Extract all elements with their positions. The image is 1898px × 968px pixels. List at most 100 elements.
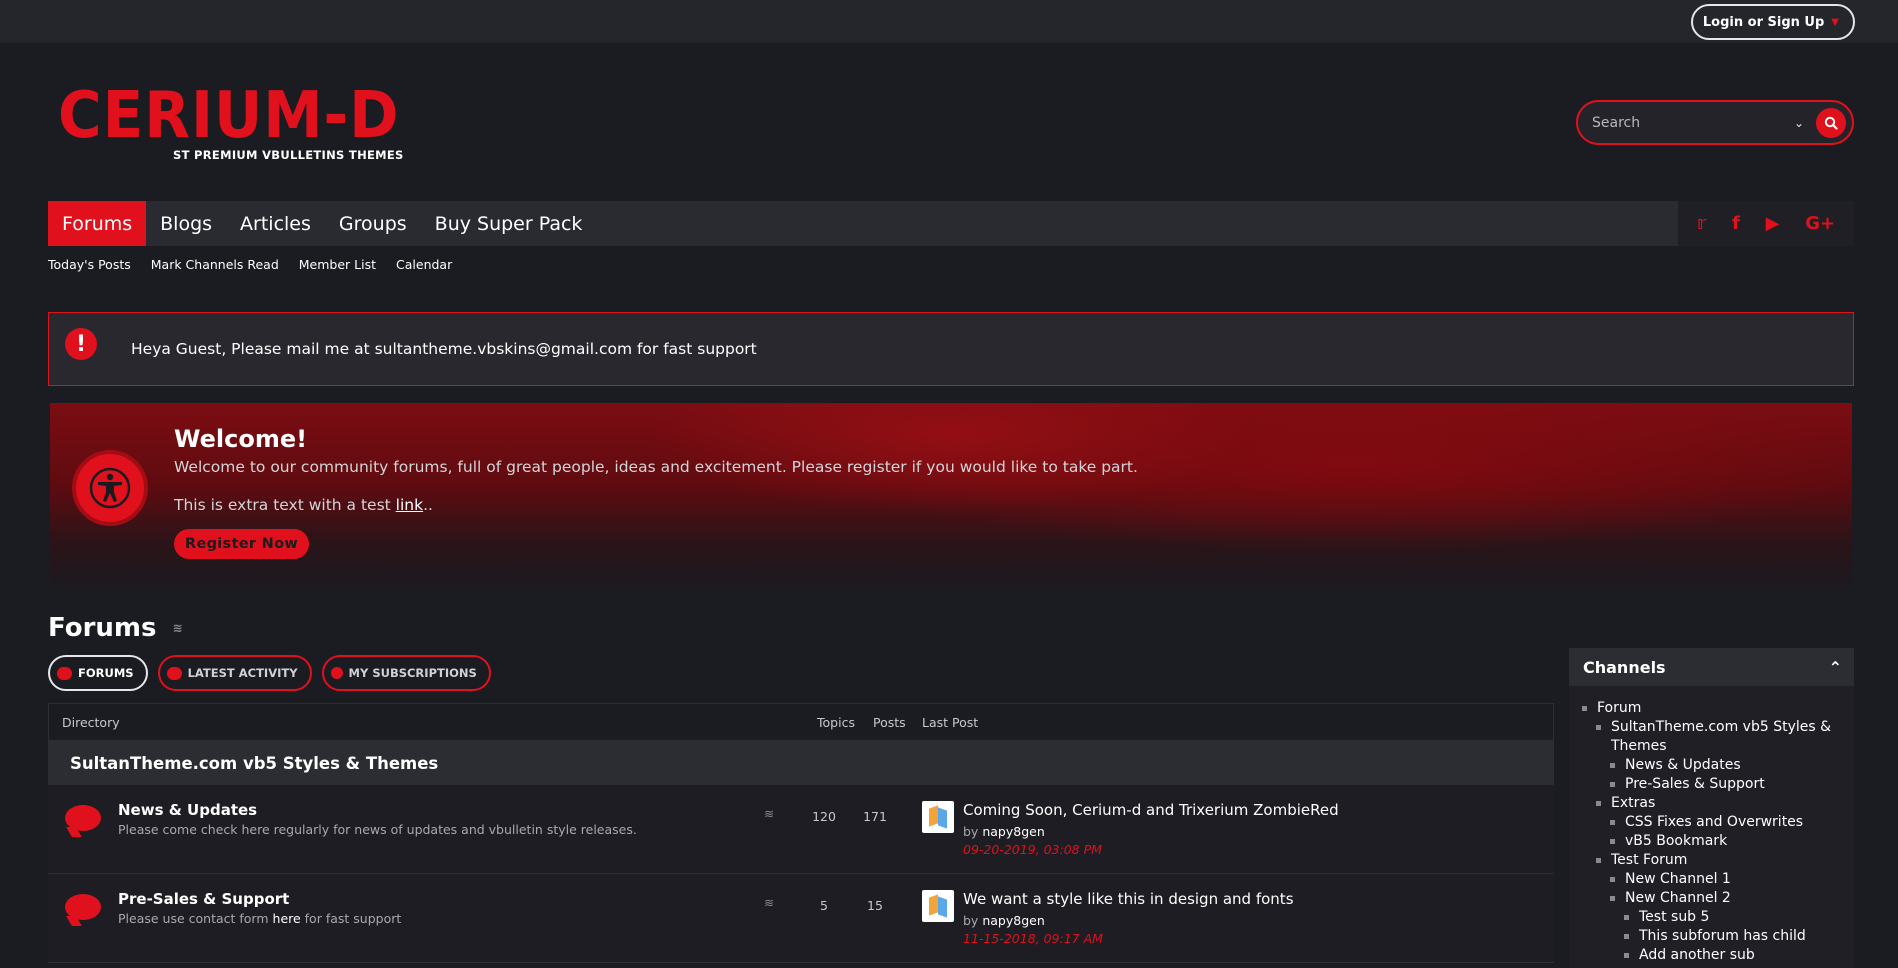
- welcome-title: Welcome!: [174, 425, 308, 453]
- tab-forums-label: FORUMS: [78, 666, 134, 680]
- forum-description: Please use contact form here for fast su…: [118, 911, 401, 926]
- search-box: Search ⌄: [1576, 100, 1854, 145]
- search-input[interactable]: Search: [1592, 115, 1794, 131]
- google-plus-icon[interactable]: G+: [1805, 213, 1835, 234]
- youtube-icon[interactable]: ▶: [1766, 213, 1780, 234]
- description-text: Please use contact form: [118, 911, 273, 926]
- channel-item[interactable]: New Channel 1: [1569, 870, 1854, 889]
- channel-item[interactable]: Test Forum: [1569, 851, 1834, 870]
- column-directory: Directory: [62, 714, 120, 730]
- channel-item[interactable]: CSS Fixes and Overwrites: [1569, 813, 1854, 832]
- channel-item[interactable]: News & Updates: [1569, 756, 1854, 775]
- notice-banner: ! Heya Guest, Please mail me at sultanth…: [48, 312, 1854, 386]
- tab-buy-super-pack[interactable]: Buy Super Pack: [421, 201, 597, 246]
- last-post-title-link[interactable]: We want a style like this in design and …: [963, 890, 1294, 908]
- forum-title-link[interactable]: Pre-Sales & Support: [118, 890, 289, 908]
- table-row: Pre-Sales & Support Please use contact f…: [48, 874, 1554, 963]
- welcome-extra-text: This is extra text with a test link..: [174, 496, 433, 514]
- avatar[interactable]: [922, 801, 954, 833]
- welcome-banner: Welcome! Welcome to our community forums…: [50, 403, 1852, 589]
- by-label: by: [963, 824, 979, 839]
- forum-chat-icon: [65, 894, 101, 920]
- tab-blogs[interactable]: Blogs: [146, 201, 226, 246]
- top-bar: Login or Sign Up ▼: [0, 0, 1898, 43]
- sub-nav: Today's Posts Mark Channels Read Member …: [48, 257, 452, 272]
- page-title: Forums ≋: [48, 613, 183, 643]
- channel-item[interactable]: SultanTheme.com vb5 Styles & Themes: [1569, 718, 1834, 756]
- subnav-calendar[interactable]: Calendar: [396, 257, 452, 272]
- search-icon: [1824, 116, 1838, 130]
- table-header: Directory Topics Posts Last Post: [48, 703, 1554, 741]
- chevron-up-icon[interactable]: ⌃: [1829, 658, 1842, 677]
- rss-icon[interactable]: ≋: [764, 807, 774, 821]
- extra-text-end: ..: [423, 496, 433, 514]
- main-nav: Forums Blogs Articles Groups Buy Super P…: [48, 201, 1854, 246]
- topics-count: 5: [820, 898, 828, 913]
- subnav-mark-channels-read[interactable]: Mark Channels Read: [151, 257, 279, 272]
- avatar[interactable]: [922, 890, 954, 922]
- forums-heading: Forums: [48, 613, 157, 643]
- tab-latest-activity-label: LATEST ACTIVITY: [187, 666, 298, 680]
- channels-widget: Channels ⌃ Forum SultanTheme.com vb5 Sty…: [1569, 648, 1854, 968]
- last-post-author: by napy8gen: [963, 913, 1045, 928]
- column-topics: Topics: [817, 714, 855, 730]
- contact-form-link[interactable]: here: [273, 911, 301, 926]
- column-posts: Posts: [873, 714, 906, 730]
- last-post-title-link[interactable]: Coming Soon, Cerium-d and Trixerium Zomb…: [963, 801, 1339, 819]
- search-button[interactable]: [1816, 107, 1846, 138]
- column-last-post: Last Post: [922, 714, 979, 730]
- last-post-author: by napy8gen: [963, 824, 1045, 839]
- author-link[interactable]: napy8gen: [982, 913, 1044, 928]
- search-options-chevron-icon[interactable]: ⌄: [1794, 116, 1804, 130]
- subnav-todays-posts[interactable]: Today's Posts: [48, 257, 131, 272]
- subscriptions-icon: [330, 667, 343, 679]
- facebook-icon[interactable]: f: [1732, 213, 1740, 234]
- tab-my-subscriptions[interactable]: MY SUBSCRIPTIONS: [321, 655, 491, 691]
- welcome-description: Welcome to our community forums, full of…: [174, 458, 1138, 476]
- forum-title-link[interactable]: News & Updates: [118, 801, 257, 819]
- login-signup-button[interactable]: Login or Sign Up ▼: [1690, 4, 1855, 40]
- last-post-date: 11-15-2018, 09:17 AM: [963, 931, 1103, 946]
- rss-icon[interactable]: ≋: [172, 621, 182, 635]
- channel-item[interactable]: Pre-Sales & Support: [1569, 775, 1854, 794]
- table-row: News & Updates Please come check here re…: [48, 785, 1554, 874]
- chevron-down-icon: ▼: [1831, 16, 1839, 28]
- forum-section-title[interactable]: SultanTheme.com vb5 Styles & Themes: [48, 741, 1554, 785]
- site-logo[interactable]: CERIUM-D ST PREMIUM VBULLETINS THEMES: [58, 84, 403, 164]
- channel-item[interactable]: New Channel 2: [1569, 889, 1854, 908]
- tab-groups[interactable]: Groups: [325, 201, 421, 246]
- tab-forums[interactable]: Forums: [48, 201, 147, 246]
- tab-my-subscriptions-label: MY SUBSCRIPTIONS: [348, 666, 477, 680]
- channel-list: Forum SultanTheme.com vb5 Styles & Theme…: [1569, 699, 1854, 965]
- channel-item[interactable]: vB5 Bookmark: [1569, 832, 1854, 851]
- subnav-member-list[interactable]: Member List: [299, 257, 376, 272]
- tab-articles[interactable]: Articles: [226, 201, 325, 246]
- channel-item[interactable]: Test sub 5: [1569, 908, 1854, 927]
- description-text-end: for fast support: [300, 911, 402, 926]
- author-link[interactable]: napy8gen: [982, 824, 1044, 839]
- channel-item[interactable]: This subforum has child: [1569, 927, 1854, 946]
- test-link[interactable]: link: [396, 496, 423, 514]
- forum-chat-icon: [65, 805, 101, 831]
- last-post-date: 09-20-2019, 03:08 PM: [963, 842, 1102, 857]
- rss-icon[interactable]: ≋: [764, 896, 774, 910]
- logo-tagline: ST PREMIUM VBULLETINS THEMES: [173, 148, 404, 162]
- register-now-button[interactable]: Register Now: [174, 529, 310, 559]
- chat-icon: [57, 666, 72, 680]
- twitter-icon[interactable]: 𝕣: [1697, 213, 1706, 234]
- posts-count: 15: [867, 898, 883, 913]
- tab-latest-activity[interactable]: LATEST ACTIVITY: [157, 655, 312, 691]
- channels-title: Channels: [1583, 657, 1666, 677]
- forum-description: Please come check here regularly for new…: [118, 822, 637, 837]
- login-label: Login or Sign Up: [1702, 14, 1825, 30]
- tab-forums-view[interactable]: FORUMS: [48, 655, 148, 691]
- person-icon: [89, 467, 131, 509]
- channels-header: Channels ⌃: [1569, 648, 1854, 686]
- channel-item[interactable]: Add another sub: [1569, 946, 1854, 965]
- topics-count: 120: [812, 809, 836, 824]
- by-label: by: [963, 913, 979, 928]
- channel-item[interactable]: Extras: [1569, 794, 1834, 813]
- forum-table: Directory Topics Posts Last Post SultanT…: [48, 703, 1554, 963]
- channel-item[interactable]: Forum: [1569, 699, 1854, 718]
- notice-text: Heya Guest, Please mail me at sultanthem…: [131, 340, 757, 358]
